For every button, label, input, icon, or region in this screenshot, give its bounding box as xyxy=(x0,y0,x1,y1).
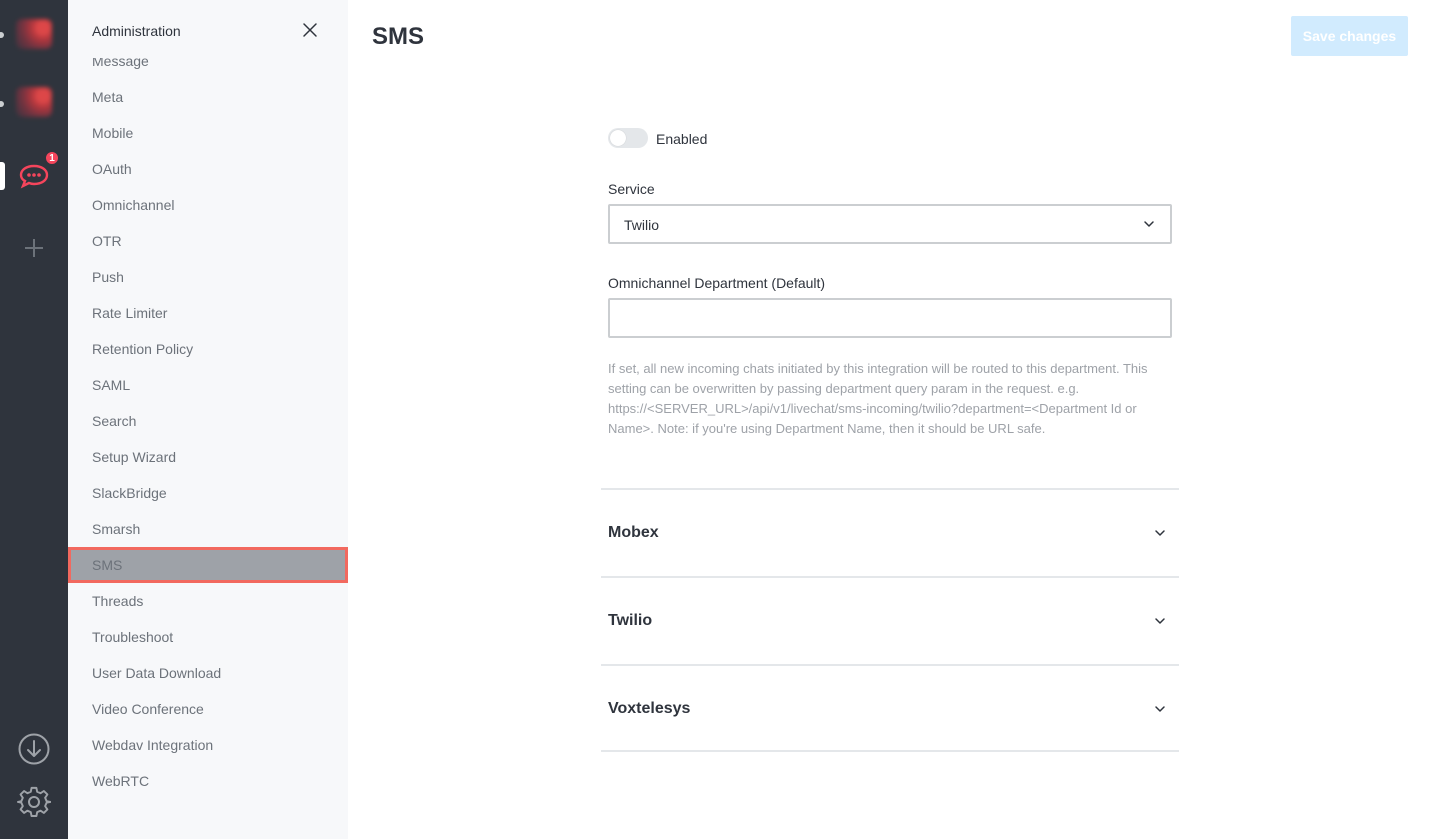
unread-dot xyxy=(0,101,4,107)
sidebar-item-meta[interactable]: Meta xyxy=(68,79,348,115)
save-changes-button[interactable]: Save changes xyxy=(1291,16,1408,56)
sidebar-item-smarsh[interactable]: Smarsh xyxy=(68,511,348,547)
sidebar-item-search[interactable]: Search xyxy=(68,403,348,439)
download-icon xyxy=(18,733,50,765)
enabled-label: Enabled xyxy=(656,131,708,147)
settings-list: Message Meta Mobile OAuth Omnichannel OT… xyxy=(68,43,348,799)
section-voxtelesys[interactable]: Voxtelesys xyxy=(601,664,1179,752)
sidebar-item-sms[interactable]: SMS xyxy=(68,547,348,583)
page-title: SMS xyxy=(372,23,425,50)
workspace-avatar-2[interactable] xyxy=(14,82,54,122)
sidebar-item-webdav-integration[interactable]: Webdav Integration xyxy=(68,727,348,763)
sidebar-item-push[interactable]: Push xyxy=(68,259,348,295)
section-mobex[interactable]: Mobex xyxy=(601,488,1179,576)
chevron-down-icon xyxy=(1144,221,1154,227)
settings-button[interactable] xyxy=(14,782,54,822)
department-hint: If set, all new incoming chats initiated… xyxy=(608,361,1148,436)
sidebar-item-slackbridge[interactable]: SlackBridge xyxy=(68,475,348,511)
admin-sidebar: Message Meta Mobile OAuth Omnichannel OT… xyxy=(68,0,348,839)
sidebar-item-rate-limiter[interactable]: Rate Limiter xyxy=(68,295,348,331)
sidebar-item-saml[interactable]: SAML xyxy=(68,367,348,403)
section-title: Mobex xyxy=(608,524,659,541)
workspace-avatar-1[interactable] xyxy=(14,14,54,54)
sidebar-title: Administration xyxy=(92,23,181,39)
sidebar-item-user-data-download[interactable]: User Data Download xyxy=(68,655,348,691)
chevron-down-icon xyxy=(1155,706,1165,712)
chevron-down-icon xyxy=(1155,530,1165,536)
sidebar-item-webrtc[interactable]: WebRTC xyxy=(68,763,348,799)
chat-bubble-icon xyxy=(19,164,49,189)
close-icon[interactable] xyxy=(300,20,320,40)
service-value: Twilio xyxy=(624,217,660,233)
department-input[interactable] xyxy=(608,298,1172,338)
service-label: Service xyxy=(608,181,655,197)
section-title: Twilio xyxy=(608,612,653,629)
sidebar-item-video-conference[interactable]: Video Conference xyxy=(68,691,348,727)
sidebar-item-omnichannel[interactable]: Omnichannel xyxy=(68,187,348,223)
unread-dot xyxy=(0,32,4,38)
department-label: Omnichannel Department (Default) xyxy=(608,275,826,291)
active-indicator xyxy=(0,162,5,190)
chevron-down-icon xyxy=(1155,618,1165,624)
section-twilio[interactable]: Twilio xyxy=(601,576,1179,664)
main-content: SMS Save changes Enabled Service Twilio … xyxy=(348,0,1432,839)
sidebar-item-setup-wizard[interactable]: Setup Wizard xyxy=(68,439,348,475)
gear-icon xyxy=(17,786,51,817)
enabled-toggle[interactable] xyxy=(608,128,648,148)
rocketchat-workspace-icon[interactable]: 1 xyxy=(14,150,60,196)
sidebar-item-mobile[interactable]: Mobile xyxy=(68,115,348,151)
sidebar-item-troubleshoot[interactable]: Troubleshoot xyxy=(68,619,348,655)
add-workspace-button[interactable] xyxy=(14,228,54,268)
download-button[interactable] xyxy=(14,729,54,769)
plus-icon xyxy=(25,239,43,257)
toggle-knob xyxy=(610,130,626,146)
service-select[interactable]: Twilio xyxy=(608,204,1172,244)
sidebar-item-threads[interactable]: Threads xyxy=(68,583,348,619)
sidebar-header: Administration xyxy=(68,0,348,58)
server-rail: 1 xyxy=(0,0,68,839)
section-title: Voxtelesys xyxy=(608,700,691,717)
sidebar-item-oauth[interactable]: OAuth xyxy=(68,151,348,187)
sidebar-item-otr[interactable]: OTR xyxy=(68,223,348,259)
sidebar-item-retention-policy[interactable]: Retention Policy xyxy=(68,331,348,367)
unread-badge: 1 xyxy=(44,150,60,166)
